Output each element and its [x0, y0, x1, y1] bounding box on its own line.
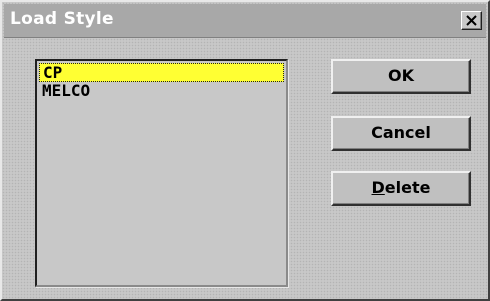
delete-accelerator: D: [371, 178, 385, 197]
close-icon: [466, 15, 477, 26]
delete-button[interactable]: Delete: [331, 171, 471, 206]
cancel-button-label: Cancel: [371, 123, 431, 142]
cancel-button[interactable]: Cancel: [331, 116, 471, 151]
list-item-melco[interactable]: MELCO: [39, 82, 284, 101]
load-style-dialog: Load Style CP MELCO OK Cancel Delete: [0, 0, 490, 301]
ok-button-label: OK: [388, 66, 414, 85]
style-listbox[interactable]: CP MELCO: [35, 59, 288, 287]
close-button[interactable]: [461, 11, 482, 30]
window-title: Load Style: [10, 9, 114, 29]
list-item-label: MELCO: [42, 81, 91, 100]
ok-button[interactable]: OK: [331, 59, 471, 94]
title-bar[interactable]: Load Style: [4, 4, 486, 38]
list-item-cp[interactable]: CP: [39, 63, 284, 82]
list-item-label: CP: [43, 63, 63, 82]
delete-button-label: elete: [384, 178, 431, 197]
